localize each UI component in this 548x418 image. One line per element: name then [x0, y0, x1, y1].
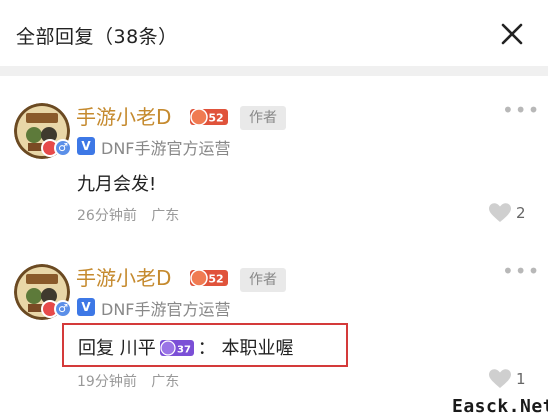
avatar[interactable]: ♂: [14, 103, 72, 159]
close-icon[interactable]: [498, 20, 526, 48]
reply-colon: ：: [197, 338, 216, 359]
level-badge: 52: [190, 108, 228, 126]
comment-content: 九月会发!: [77, 174, 157, 195]
reply-content-line: 回复 川平 37 ： 本职业喔: [78, 334, 293, 360]
level-number: 52: [208, 112, 223, 125]
reply-prefix: 回复: [78, 338, 114, 359]
close-button[interactable]: [498, 20, 526, 48]
highlighted-reply-box: 回复 川平 37 ： 本职业喔: [62, 323, 348, 367]
page-title: 全部回复（38条）: [16, 26, 178, 48]
section-divider: [0, 66, 548, 76]
comment-location: 广东: [151, 208, 180, 224]
like-button[interactable]: [488, 202, 512, 224]
avatar[interactable]: ♂: [14, 264, 72, 320]
comment-location: 广东: [151, 374, 180, 390]
heart-icon[interactable]: [488, 202, 512, 224]
username[interactable]: 手游小老D: [76, 101, 171, 130]
author-tag: 作者: [240, 106, 286, 130]
like-count: 1: [516, 370, 526, 388]
username[interactable]: 手游小老D: [76, 262, 171, 291]
reply-level-badge: 37: [159, 340, 194, 356]
more-icon[interactable]: •••: [502, 259, 540, 283]
watermark: Easck.Net: [452, 396, 548, 417]
verified-icon: V: [77, 137, 95, 155]
reply-to-user[interactable]: 川平: [120, 338, 156, 359]
comment-meta: 19分钟前 广东: [77, 371, 189, 391]
reply-body: 本职业喔: [221, 338, 294, 359]
like-button[interactable]: [488, 368, 512, 390]
reply-header: 全部回复（38条）: [0, 0, 548, 66]
gender-male-icon: ♂: [54, 300, 72, 318]
heart-icon[interactable]: [488, 368, 512, 390]
verified-icon: V: [77, 298, 95, 316]
reply-level-number: 37: [177, 345, 191, 356]
comment-time: 26分钟前: [77, 208, 137, 224]
level-badge: 52: [190, 269, 228, 287]
gender-male-icon: ♂: [54, 139, 72, 157]
comment-meta: 26分钟前 广东: [77, 205, 189, 225]
verify-text: DNF手游官方运营: [101, 300, 231, 319]
author-tag: 作者: [240, 268, 286, 292]
level-number: 52: [208, 273, 223, 286]
verify-text: DNF手游官方运营: [101, 139, 231, 158]
more-icon[interactable]: •••: [502, 98, 540, 122]
like-count: 2: [516, 204, 526, 222]
comment-time: 19分钟前: [77, 374, 137, 390]
